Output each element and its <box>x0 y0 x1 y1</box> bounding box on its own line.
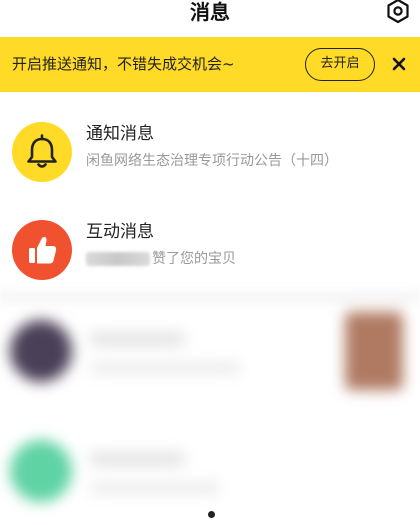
item-subtitle: 赞了您的宝贝 <box>86 248 236 270</box>
item-subtitle: 闲鱼网络生态治理专项行动公告（十四） <box>86 153 338 169</box>
blurred-name <box>90 452 185 466</box>
interaction-text: 赞了您的宝贝 <box>152 251 236 267</box>
header: 消息 <box>0 0 420 34</box>
item-thumbnail <box>345 312 403 390</box>
avatar <box>10 320 72 382</box>
item-title: 通知消息 <box>86 124 154 144</box>
gear-icon[interactable] <box>385 0 411 24</box>
push-notification-banner: 开启推送通知，不错失成交机会~ 去开启 <box>0 37 420 92</box>
blurred-conversation-row[interactable] <box>0 312 420 415</box>
blurred-preview <box>90 482 220 494</box>
page-indicator-dot <box>208 511 215 518</box>
banner-text: 开启推送通知，不错失成交机会~ <box>12 55 235 73</box>
enable-push-button[interactable]: 去开启 <box>305 48 375 81</box>
notification-messages-item[interactable]: 通知消息 闲鱼网络生态治理专项行动公告（十四） <box>0 112 420 202</box>
interaction-messages-item[interactable]: 互动消息 赞了您的宝贝 <box>0 210 420 300</box>
blurred-preview <box>90 362 240 374</box>
thumbs-up-icon <box>12 220 72 280</box>
page-title: 消息 <box>190 0 230 24</box>
item-title: 互动消息 <box>86 222 154 242</box>
blurred-divider <box>0 290 420 304</box>
avatar <box>10 440 72 502</box>
close-icon[interactable] <box>388 53 410 75</box>
bell-icon <box>12 122 72 182</box>
blurred-name <box>90 332 185 346</box>
messages-screen: 消息 开启推送通知，不错失成交机会~ 去开启 通知消息 闲鱼网络生态治理专项行动… <box>0 0 420 525</box>
blurred-user-name <box>86 252 150 266</box>
